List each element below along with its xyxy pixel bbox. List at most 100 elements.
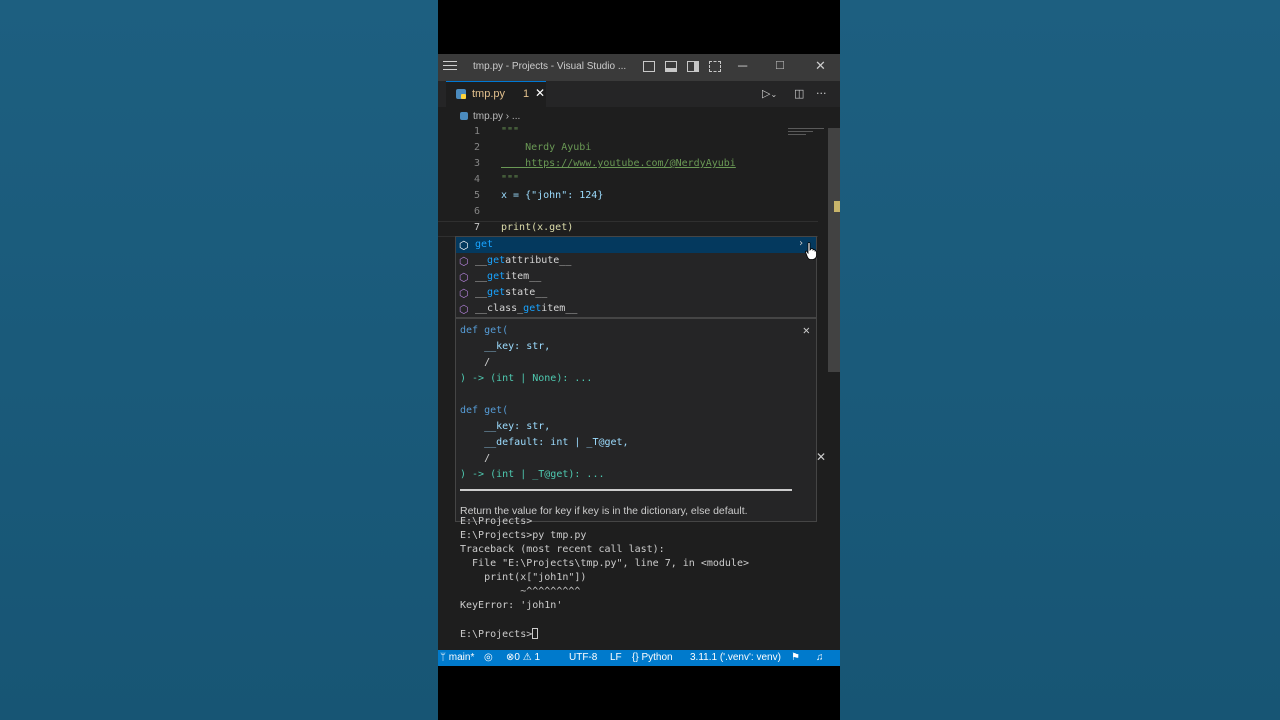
tab-tmp-py[interactable]: tmp.py 1 ✕ [446, 81, 546, 107]
code-text: Nerdy Ayubi [501, 142, 592, 153]
terminal-line: File "E:\Projects\tmp.py", line 7, in <m… [460, 558, 749, 569]
minimize-icon[interactable]: ─ [738, 58, 747, 73]
line-number: 7 [473, 222, 480, 233]
background-left [0, 0, 438, 720]
run-python-file-icon[interactable]: ▷⌄ [762, 87, 777, 100]
interpreter-status[interactable]: 3.11.1 ('.venv': venv) [690, 652, 781, 663]
suggestion-label: __getitem__ [475, 271, 542, 282]
terminal-line: ~^^^^^^^^^ [460, 586, 581, 597]
youtube-link[interactable]: https://www.youtube.com/@NerdyAyubi [501, 158, 736, 169]
problems-status[interactable]: ⊗0 ⚠ 1 [506, 652, 540, 663]
warning-icon: ⚠ [522, 652, 532, 663]
code-text: """ [501, 174, 520, 185]
eol-status[interactable]: LF [610, 652, 622, 663]
suggestion-widget[interactable]: ⬡ get › ⬡ __getattribute__ ⬡ __getitem__… [455, 236, 817, 318]
signature-line: __default: int | _T@get, [460, 437, 629, 448]
code-line: 1 """ [438, 126, 818, 142]
close-window-icon[interactable]: ✕ [815, 58, 826, 74]
close-tab-icon[interactable]: ✕ [535, 86, 545, 100]
terminal-line: E:\Projects> [460, 516, 533, 527]
close-panel-icon[interactable]: ✕ [816, 450, 826, 464]
line-number: 2 [473, 142, 480, 153]
video-frame: tmp.py - Projects - Visual Studio ... ─ … [438, 0, 840, 720]
code-line: 6 [438, 206, 818, 222]
code-line: 4 """ [438, 174, 818, 190]
suggestion-label: __class_getitem__ [475, 303, 578, 314]
breadcrumb-file[interactable]: tmp.py [473, 111, 503, 122]
read-more-chevron-icon[interactable]: › [798, 238, 804, 249]
split-editor-icon[interactable]: ◫ [794, 87, 804, 100]
terminal-line: print(x["joh1n"]) [460, 572, 587, 583]
feedback-icon[interactable]: ⚑ [791, 652, 800, 663]
suggestion-item[interactable]: ⬡ __getitem__ [456, 269, 816, 285]
encoding-status[interactable]: UTF-8 [569, 652, 597, 663]
suggestion-label: __getattribute__ [475, 255, 572, 266]
scrollbar-marker [834, 201, 840, 212]
status-bar: ᛘ main* ◎ ⊗0 ⚠ 1 UTF-8 LF {} Python 3.11… [438, 650, 840, 666]
signature-line: __key: str, [460, 341, 551, 352]
method-icon: ⬡ [459, 303, 469, 316]
problems-badge: 1 [523, 88, 530, 100]
code-line: 5 x = {"john": 124} [438, 190, 818, 206]
signature-line: / [460, 357, 491, 368]
terminal-line: KeyError: 'joh1n' [460, 600, 563, 611]
sync-icon[interactable]: ◎ [484, 652, 493, 663]
suggestion-details: ✕ def get( __key: str, / ) -> (int | Non… [455, 318, 817, 522]
line-number: 3 [473, 158, 480, 169]
code-line: 2 Nerdy Ayubi [438, 142, 818, 158]
method-icon: ⬡ [459, 287, 469, 300]
line-number: 1 [473, 126, 480, 137]
signature-line: def get( [460, 325, 509, 336]
code-text: """ [501, 126, 520, 137]
background-right [840, 0, 1280, 720]
minimap[interactable] [788, 128, 824, 148]
signature-line: def get( [460, 405, 509, 416]
maximize-icon[interactable]: □ [776, 57, 784, 72]
suggestion-item[interactable]: ⬡ __getstate__ [456, 285, 816, 301]
signature-line: ) -> (int | None): ... [460, 373, 593, 384]
tab-bar: tmp.py 1 ✕ [438, 81, 840, 107]
toggle-secondary-sidebar-icon[interactable] [687, 61, 699, 72]
breadcrumb-more[interactable]: ... [512, 111, 520, 122]
code-text: x = {"john": 124} [501, 190, 604, 201]
toggle-panel-icon[interactable] [665, 61, 677, 72]
mouse-hand-cursor-icon [805, 242, 817, 260]
suggestion-item[interactable]: ⬡ __getattribute__ [456, 253, 816, 269]
terminal-prompt: E:\Projects> [460, 628, 539, 640]
customize-layout-icon[interactable] [709, 61, 721, 72]
suggestion-item[interactable]: ⬡ __class_getitem__ [456, 301, 816, 317]
method-icon: ⬡ [459, 239, 469, 252]
branch-status[interactable]: ᛘ main* [440, 652, 474, 663]
terminal[interactable]: E:\Projects> E:\Projects>py tmp.py Trace… [438, 516, 840, 650]
line-number: 4 [473, 174, 480, 185]
code-text: print(x.get) [501, 222, 574, 233]
close-details-icon[interactable]: ✕ [803, 323, 810, 337]
title-bar: tmp.py - Projects - Visual Studio ... ─ … [438, 54, 840, 81]
terminal-line: Traceback (most recent call last): [460, 544, 665, 555]
suggestion-label: get [475, 239, 494, 250]
python-file-icon [456, 89, 466, 99]
line-number: 6 [473, 206, 480, 217]
signature-line: ) -> (int | _T@get): ... [460, 469, 605, 480]
code-line: 3 https://www.youtube.com/@NerdyAyubi [438, 158, 818, 174]
suggestion-item[interactable]: ⬡ get › [456, 237, 816, 253]
method-icon: ⬡ [459, 271, 469, 284]
signature-line: / [460, 453, 491, 464]
window-title: tmp.py - Projects - Visual Studio ... [473, 61, 627, 72]
details-separator [460, 489, 792, 491]
breadcrumb: tmp.py › ... [460, 111, 520, 122]
git-branch-icon: ᛘ [440, 652, 449, 663]
toggle-sidebar-icon[interactable] [643, 61, 655, 72]
suggestion-label: __getstate__ [475, 287, 548, 298]
python-file-icon [460, 112, 468, 120]
language-status[interactable]: {} Python [632, 652, 673, 663]
code-line-current: 7 print(x.get) [438, 221, 818, 237]
terminal-line: E:\Projects>py tmp.py [460, 530, 587, 541]
breadcrumb-separator: › [505, 111, 510, 122]
editor-scrollbar[interactable] [828, 128, 840, 372]
hamburger-menu-icon[interactable] [443, 61, 457, 73]
terminal-cursor [532, 628, 539, 639]
method-icon: ⬡ [459, 255, 469, 268]
notifications-bell-icon[interactable]: ♫ [816, 652, 824, 663]
more-actions-icon[interactable]: ··· [816, 87, 827, 100]
